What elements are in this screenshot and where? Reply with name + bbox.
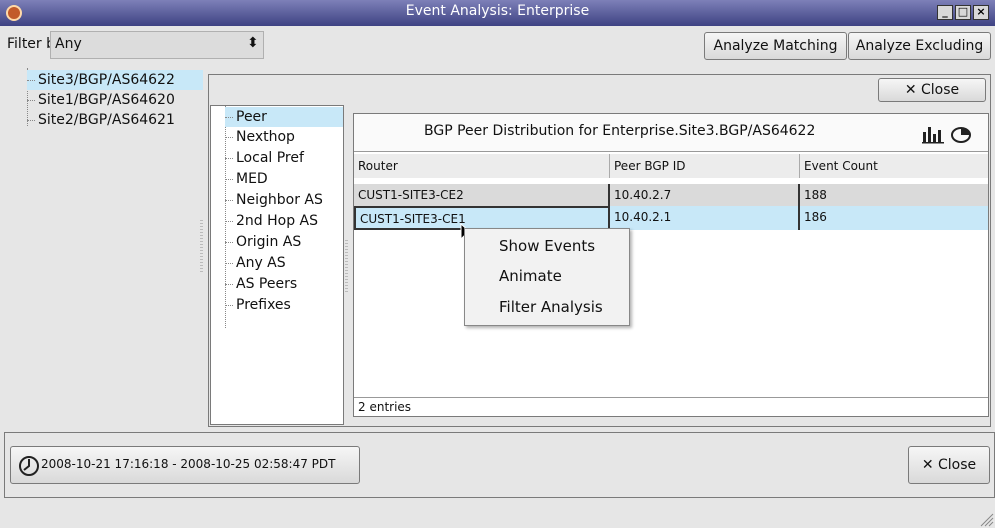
event-count-cell: 186: [804, 210, 827, 224]
category-item[interactable]: Local Pref: [225, 148, 304, 168]
category-item[interactable]: Origin AS: [225, 232, 301, 252]
analyze-matching-button[interactable]: Analyze Matching: [704, 32, 847, 60]
time-range-button[interactable]: 2008-10-21 17:16:18 - 2008-10-25 02:58:4…: [10, 446, 360, 484]
window-title: Event Analysis: Enterprise: [405, 3, 590, 19]
category-label: Neighbor AS: [236, 192, 323, 208]
category-item[interactable]: 2nd Hop AS: [225, 211, 318, 231]
menu-item-show-events[interactable]: Show Events: [465, 231, 629, 261]
category-item[interactable]: Any AS: [225, 253, 286, 273]
category-label: Prefixes: [236, 297, 291, 313]
peer-id-cell: 10.40.2.7: [610, 184, 800, 206]
splitter-handle[interactable]: [200, 220, 203, 272]
maximize-button[interactable]: □: [955, 5, 971, 20]
close-window-button[interactable]: ×: [973, 5, 989, 20]
site-label: Site1/BGP/AS64620: [38, 92, 175, 108]
site-tree-item[interactable]: Site1/BGP/AS64620: [27, 90, 175, 110]
close-label: Close: [921, 82, 960, 98]
event-count-cell: 188: [804, 188, 827, 202]
table-row[interactable]: CUST1-SITE3-CE2 10.40.2.7 188: [354, 184, 988, 206]
site-label: Site3/BGP/AS64622: [38, 72, 175, 88]
title-bar: Event Analysis: Enterprise _ □ ×: [0, 0, 995, 26]
category-label: Origin AS: [236, 234, 302, 250]
distribution-panel: BGP Peer Distribution for Enterprise.Sit…: [353, 113, 989, 417]
site-tree-item[interactable]: Site3/BGP/AS64622: [27, 70, 203, 90]
category-label: Any AS: [236, 255, 286, 271]
column-header-router[interactable]: Router: [354, 154, 610, 178]
clock-icon: [19, 456, 39, 476]
close-button[interactable]: ✕ Close: [908, 446, 990, 484]
category-item-peer[interactable]: Peer: [225, 107, 343, 127]
bar-chart-icon[interactable]: [922, 124, 944, 144]
table-title: BGP Peer Distribution for Enterprise.Sit…: [424, 123, 816, 139]
category-label: Peer: [236, 109, 267, 125]
chevron-updown-icon: ⬍: [247, 35, 259, 51]
entries-count: 2 entries: [354, 397, 988, 416]
filter-select-value: Any: [55, 36, 82, 52]
router-cell: CUST1-SITE3-CE1: [354, 206, 610, 230]
minimize-button[interactable]: _: [937, 5, 953, 20]
inner-close-button[interactable]: ✕ Close: [878, 78, 986, 102]
category-label: Local Pref: [236, 150, 304, 166]
category-item[interactable]: AS Peers: [225, 274, 297, 294]
menu-item-animate[interactable]: Animate: [465, 261, 629, 291]
category-label: AS Peers: [236, 276, 298, 292]
time-range-label: 2008-10-21 17:16:18 - 2008-10-25 02:58:4…: [41, 457, 336, 471]
category-panel: Peer Nexthop Local Pref MED Neighbor AS …: [210, 105, 344, 425]
site-tree: Site3/BGP/AS64622 Site1/BGP/AS64620 Site…: [7, 68, 203, 426]
pie-chart-icon[interactable]: [950, 124, 972, 144]
close-x-icon: ✕: [921, 457, 934, 473]
site-label: Site2/BGP/AS64621: [38, 112, 175, 128]
router-cell: CUST1-SITE3-CE2: [354, 184, 610, 206]
column-header-peer-bgp-id[interactable]: Peer BGP ID: [610, 154, 800, 178]
analyze-excluding-button[interactable]: Analyze Excluding: [848, 32, 991, 60]
category-item[interactable]: Nexthop: [225, 127, 295, 147]
table-title-bar: BGP Peer Distribution for Enterprise.Sit…: [354, 114, 988, 152]
category-item[interactable]: MED: [225, 169, 268, 189]
category-label: MED: [236, 171, 268, 187]
column-header-event-count[interactable]: Event Count: [800, 154, 988, 178]
context-menu: Show Events Animate Filter Analysis: [464, 228, 630, 326]
peer-id-cell: 10.40.2.1: [610, 206, 800, 230]
category-item[interactable]: Prefixes: [225, 295, 291, 315]
resize-grip-icon[interactable]: [978, 511, 994, 527]
close-x-icon: ✕: [904, 82, 917, 98]
filter-select[interactable]: Any ⬍: [50, 31, 264, 59]
category-item[interactable]: Neighbor AS: [225, 190, 323, 210]
table-row[interactable]: CUST1-SITE3-CE1 10.40.2.1 186: [354, 206, 988, 230]
site-tree-item[interactable]: Site2/BGP/AS64621: [27, 110, 175, 130]
menu-item-filter-analysis[interactable]: Filter Analysis: [465, 292, 629, 322]
close-label: Close: [938, 457, 977, 473]
category-label: Nexthop: [236, 129, 295, 145]
category-label: 2nd Hop AS: [236, 213, 319, 229]
splitter-handle[interactable]: [345, 240, 348, 292]
